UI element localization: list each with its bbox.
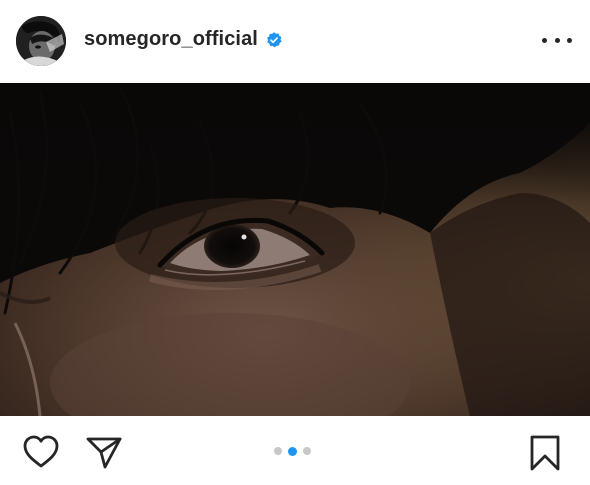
carousel-dot-active[interactable] [288,446,297,456]
more-dot [567,37,572,43]
verified-badge-icon [267,31,282,47]
post-author[interactable]: somegoro_official [84,28,283,51]
bookmark-icon[interactable] [528,435,562,471]
more-dot [542,37,547,43]
profile-avatar[interactable] [16,16,66,66]
username-label[interactable]: somegoro_official [84,28,258,51]
carousel-dot[interactable] [303,447,311,455]
post-actions-bar [0,416,590,485]
more-options-icon[interactable] [542,30,572,50]
post-image[interactable] [0,83,590,416]
heart-icon[interactable] [23,435,59,469]
carousel-indicator [274,446,311,456]
carousel-dot[interactable] [274,447,282,455]
post-header: somegoro_official [0,0,590,83]
more-dot [554,37,560,43]
paper-plane-icon[interactable] [86,435,122,469]
